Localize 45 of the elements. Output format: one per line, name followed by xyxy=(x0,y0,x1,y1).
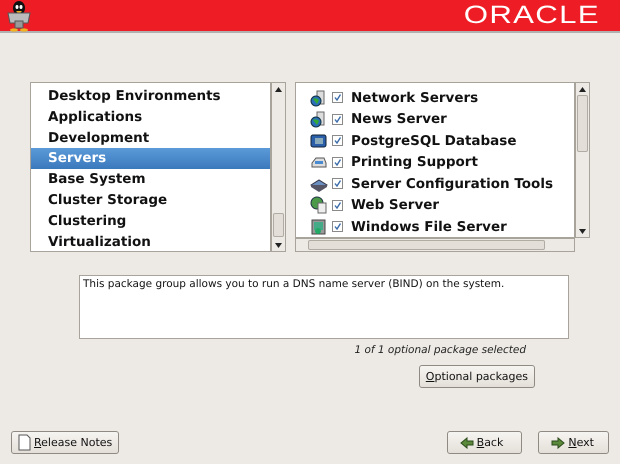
package-label: Web Server xyxy=(351,197,440,214)
package-label: Printing Support xyxy=(351,154,478,170)
group-item[interactable]: Desktop Environments xyxy=(31,86,270,107)
group-item[interactable]: Virtualization xyxy=(31,232,270,252)
next-button[interactable]: Next xyxy=(538,431,609,454)
scroll-thumb[interactable] xyxy=(273,213,284,237)
document-icon xyxy=(18,434,31,451)
checkbox[interactable] xyxy=(332,221,343,232)
description-text: This package group allows you to run a DNS name server (BIND) on the system. xyxy=(79,275,569,339)
down-arrow-icon[interactable] xyxy=(275,242,282,248)
package-label: Windows File Server xyxy=(351,218,507,235)
logo: ORACLE xyxy=(464,1,600,30)
checkbox[interactable] xyxy=(332,92,343,104)
group-item[interactable]: Clustering xyxy=(31,210,270,232)
checkbox[interactable] xyxy=(332,135,343,146)
group-item[interactable]: Applications xyxy=(31,106,270,128)
right-arrow-icon xyxy=(551,436,566,448)
left-arrow-icon xyxy=(460,436,474,448)
package-label: PostgreSQL Database xyxy=(351,132,516,149)
package-label: News Server xyxy=(351,111,447,128)
up-arrow-icon[interactable] xyxy=(579,86,586,92)
package-label: Server Configuration Tools xyxy=(351,176,553,192)
checkbox[interactable] xyxy=(332,200,343,211)
optional-packages-button[interactable]: Optional packages xyxy=(418,365,535,388)
scrollbar[interactable] xyxy=(271,82,286,252)
scrollbar[interactable] xyxy=(575,82,590,238)
back-button[interactable]: Back xyxy=(446,431,522,454)
up-arrow-icon[interactable] xyxy=(275,86,282,92)
group-item[interactable]: Base System xyxy=(31,169,270,190)
checkbox[interactable] xyxy=(332,178,343,190)
checkbox[interactable] xyxy=(332,114,343,125)
checkbox[interactable] xyxy=(332,156,343,168)
release-notes-button[interactable]: Release Notes xyxy=(11,431,120,454)
group-item[interactable]: Cluster Storage xyxy=(31,190,270,211)
package-icon xyxy=(310,218,328,236)
scroll-thumb[interactable] xyxy=(577,95,588,152)
group-item[interactable]: Development xyxy=(31,128,270,148)
down-arrow-icon[interactable] xyxy=(579,228,586,234)
status-text: 1 of 1 optional package selected xyxy=(353,344,526,356)
package-label: Network Servers xyxy=(351,90,478,106)
package-icon xyxy=(310,196,328,214)
scroll-thumb[interactable] xyxy=(308,240,545,250)
package-icon xyxy=(310,132,328,150)
scrollbar[interactable] xyxy=(295,238,575,252)
group-item[interactable]: Servers xyxy=(31,148,270,170)
